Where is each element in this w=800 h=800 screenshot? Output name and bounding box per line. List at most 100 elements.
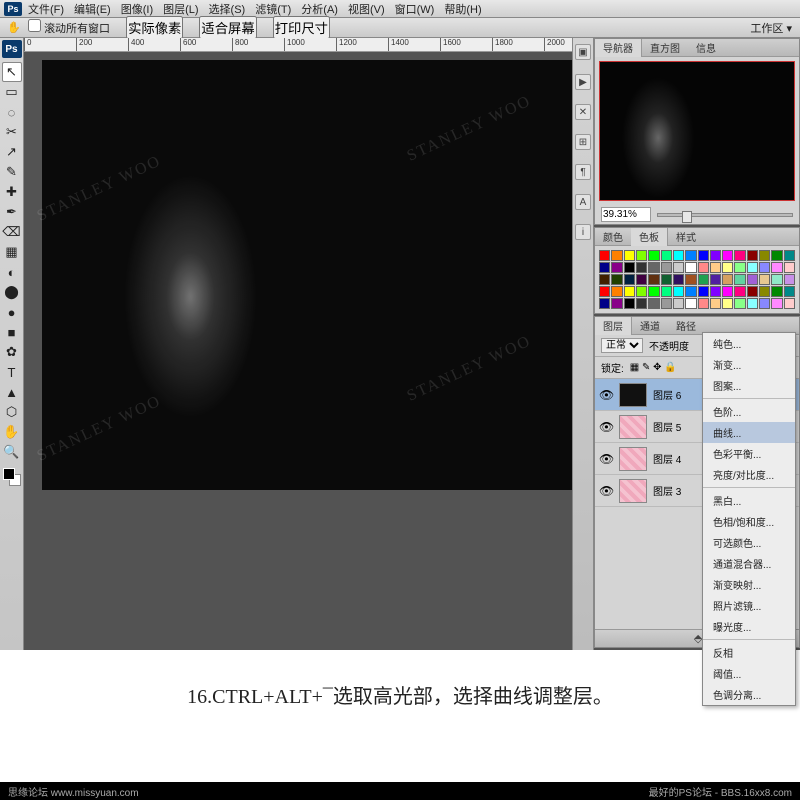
swatch[interactable] xyxy=(784,298,795,309)
swatch[interactable] xyxy=(710,262,721,273)
swatch[interactable] xyxy=(722,274,733,285)
layer-thumbnail[interactable] xyxy=(619,415,647,439)
tab-navigator[interactable]: 导航器 xyxy=(595,39,642,57)
swatch[interactable] xyxy=(648,274,659,285)
tab-histogram[interactable]: 直方图 xyxy=(642,39,688,57)
swatch[interactable] xyxy=(661,286,672,297)
dock-icon-6[interactable]: i xyxy=(575,224,591,240)
swatch[interactable] xyxy=(661,298,672,309)
scroll-all-checkbox[interactable]: 滚动所有窗口 xyxy=(28,19,110,36)
swatch[interactable] xyxy=(747,262,758,273)
swatch[interactable] xyxy=(771,250,782,261)
swatch[interactable] xyxy=(747,286,758,297)
swatch[interactable] xyxy=(685,262,696,273)
swatch[interactable] xyxy=(722,262,733,273)
swatch[interactable] xyxy=(611,274,622,285)
menu-item[interactable]: 色阶... xyxy=(703,401,795,422)
swatch[interactable] xyxy=(599,274,610,285)
swatch[interactable] xyxy=(784,274,795,285)
lock-icons[interactable]: ▦ ✎ ✥ 🔒 xyxy=(630,362,677,373)
layer-thumbnail[interactable] xyxy=(619,447,647,471)
tool-8[interactable]: ⌫ xyxy=(2,222,22,242)
menu-item[interactable]: 通道混合器... xyxy=(703,553,795,574)
menu-item[interactable]: 图案... xyxy=(703,375,795,396)
menu-edit[interactable]: 编辑(E) xyxy=(74,1,111,17)
swatch[interactable] xyxy=(734,286,745,297)
swatch[interactable] xyxy=(661,274,672,285)
swatches-grid[interactable] xyxy=(595,246,799,313)
swatch[interactable] xyxy=(673,286,684,297)
menu-item[interactable]: 色相/饱和度... xyxy=(703,511,795,532)
tool-12[interactable]: ● xyxy=(2,302,22,322)
tab-channels[interactable]: 通道 xyxy=(632,317,668,335)
menu-item[interactable]: 纯色... xyxy=(703,333,795,354)
dock-icon-3[interactable]: ⊞ xyxy=(575,134,591,150)
swatch[interactable] xyxy=(722,298,733,309)
menu-view[interactable]: 视图(V) xyxy=(348,1,385,17)
tool-7[interactable]: ✒ xyxy=(2,202,22,222)
tool-4[interactable]: ↗ xyxy=(2,142,22,162)
swatch[interactable] xyxy=(759,298,770,309)
visibility-icon[interactable]: 👁 xyxy=(599,452,613,466)
tab-swatches[interactable]: 色板 xyxy=(631,228,668,246)
tool-14[interactable]: ✿ xyxy=(2,342,22,362)
tool-3[interactable]: ✂ xyxy=(2,122,22,142)
menu-item[interactable]: 黑白... xyxy=(703,490,795,511)
menu-item[interactable]: 亮度/对比度... xyxy=(703,464,795,485)
swatch[interactable] xyxy=(722,250,733,261)
swatch[interactable] xyxy=(710,274,721,285)
swatch[interactable] xyxy=(648,298,659,309)
swatch[interactable] xyxy=(673,262,684,273)
swatch[interactable] xyxy=(636,262,647,273)
tab-info[interactable]: 信息 xyxy=(688,39,724,57)
actual-pixels-button[interactable]: 实际像素 xyxy=(126,16,183,39)
swatch[interactable] xyxy=(710,286,721,297)
blend-mode-select[interactable]: 正常 xyxy=(601,338,643,353)
swatch[interactable] xyxy=(747,298,758,309)
workspace-dropdown[interactable]: 工作区 ▾ xyxy=(750,20,792,36)
swatch[interactable] xyxy=(599,250,610,261)
menu-select[interactable]: 选择(S) xyxy=(209,1,246,17)
tool-17[interactable]: ⬡ xyxy=(2,402,22,422)
tab-layers[interactable]: 图层 xyxy=(595,317,632,335)
swatch[interactable] xyxy=(771,298,782,309)
menu-image[interactable]: 图像(I) xyxy=(121,1,153,17)
swatch[interactable] xyxy=(624,274,635,285)
swatch[interactable] xyxy=(624,250,635,261)
swatch[interactable] xyxy=(611,250,622,261)
tool-6[interactable]: ✚ xyxy=(2,182,22,202)
swatch[interactable] xyxy=(759,286,770,297)
swatch[interactable] xyxy=(661,250,672,261)
swatch[interactable] xyxy=(734,262,745,273)
swatch[interactable] xyxy=(648,250,659,261)
swatch[interactable] xyxy=(759,274,770,285)
tab-color[interactable]: 颜色 xyxy=(595,228,631,246)
menu-item[interactable]: 阈值... xyxy=(703,663,795,684)
menu-filter[interactable]: 滤镜(T) xyxy=(255,1,291,17)
swatch[interactable] xyxy=(759,262,770,273)
menu-item[interactable]: 渐变映射... xyxy=(703,574,795,595)
swatch[interactable] xyxy=(648,286,659,297)
swatch[interactable] xyxy=(698,286,709,297)
swatch[interactable] xyxy=(734,250,745,261)
tool-9[interactable]: ▦ xyxy=(2,242,22,262)
layer-thumbnail[interactable] xyxy=(619,383,647,407)
visibility-icon[interactable]: 👁 xyxy=(599,420,613,434)
swatch[interactable] xyxy=(685,274,696,285)
tool-15[interactable]: T xyxy=(2,362,22,382)
swatch[interactable] xyxy=(636,250,647,261)
zoom-input[interactable] xyxy=(601,207,651,222)
swatch[interactable] xyxy=(636,286,647,297)
swatch[interactable] xyxy=(636,274,647,285)
menu-layer[interactable]: 图层(L) xyxy=(163,1,198,17)
swatch[interactable] xyxy=(771,286,782,297)
dock-icon-1[interactable]: ▶ xyxy=(575,74,591,90)
menu-item[interactable]: 曝光度... xyxy=(703,616,795,637)
dock-icon-4[interactable]: ¶ xyxy=(575,164,591,180)
swatch[interactable] xyxy=(722,286,733,297)
swatch[interactable] xyxy=(710,250,721,261)
swatch[interactable] xyxy=(747,274,758,285)
tool-19[interactable]: 🔍 xyxy=(2,442,22,462)
swatch[interactable] xyxy=(784,262,795,273)
dock-icon-2[interactable]: ✕ xyxy=(575,104,591,120)
